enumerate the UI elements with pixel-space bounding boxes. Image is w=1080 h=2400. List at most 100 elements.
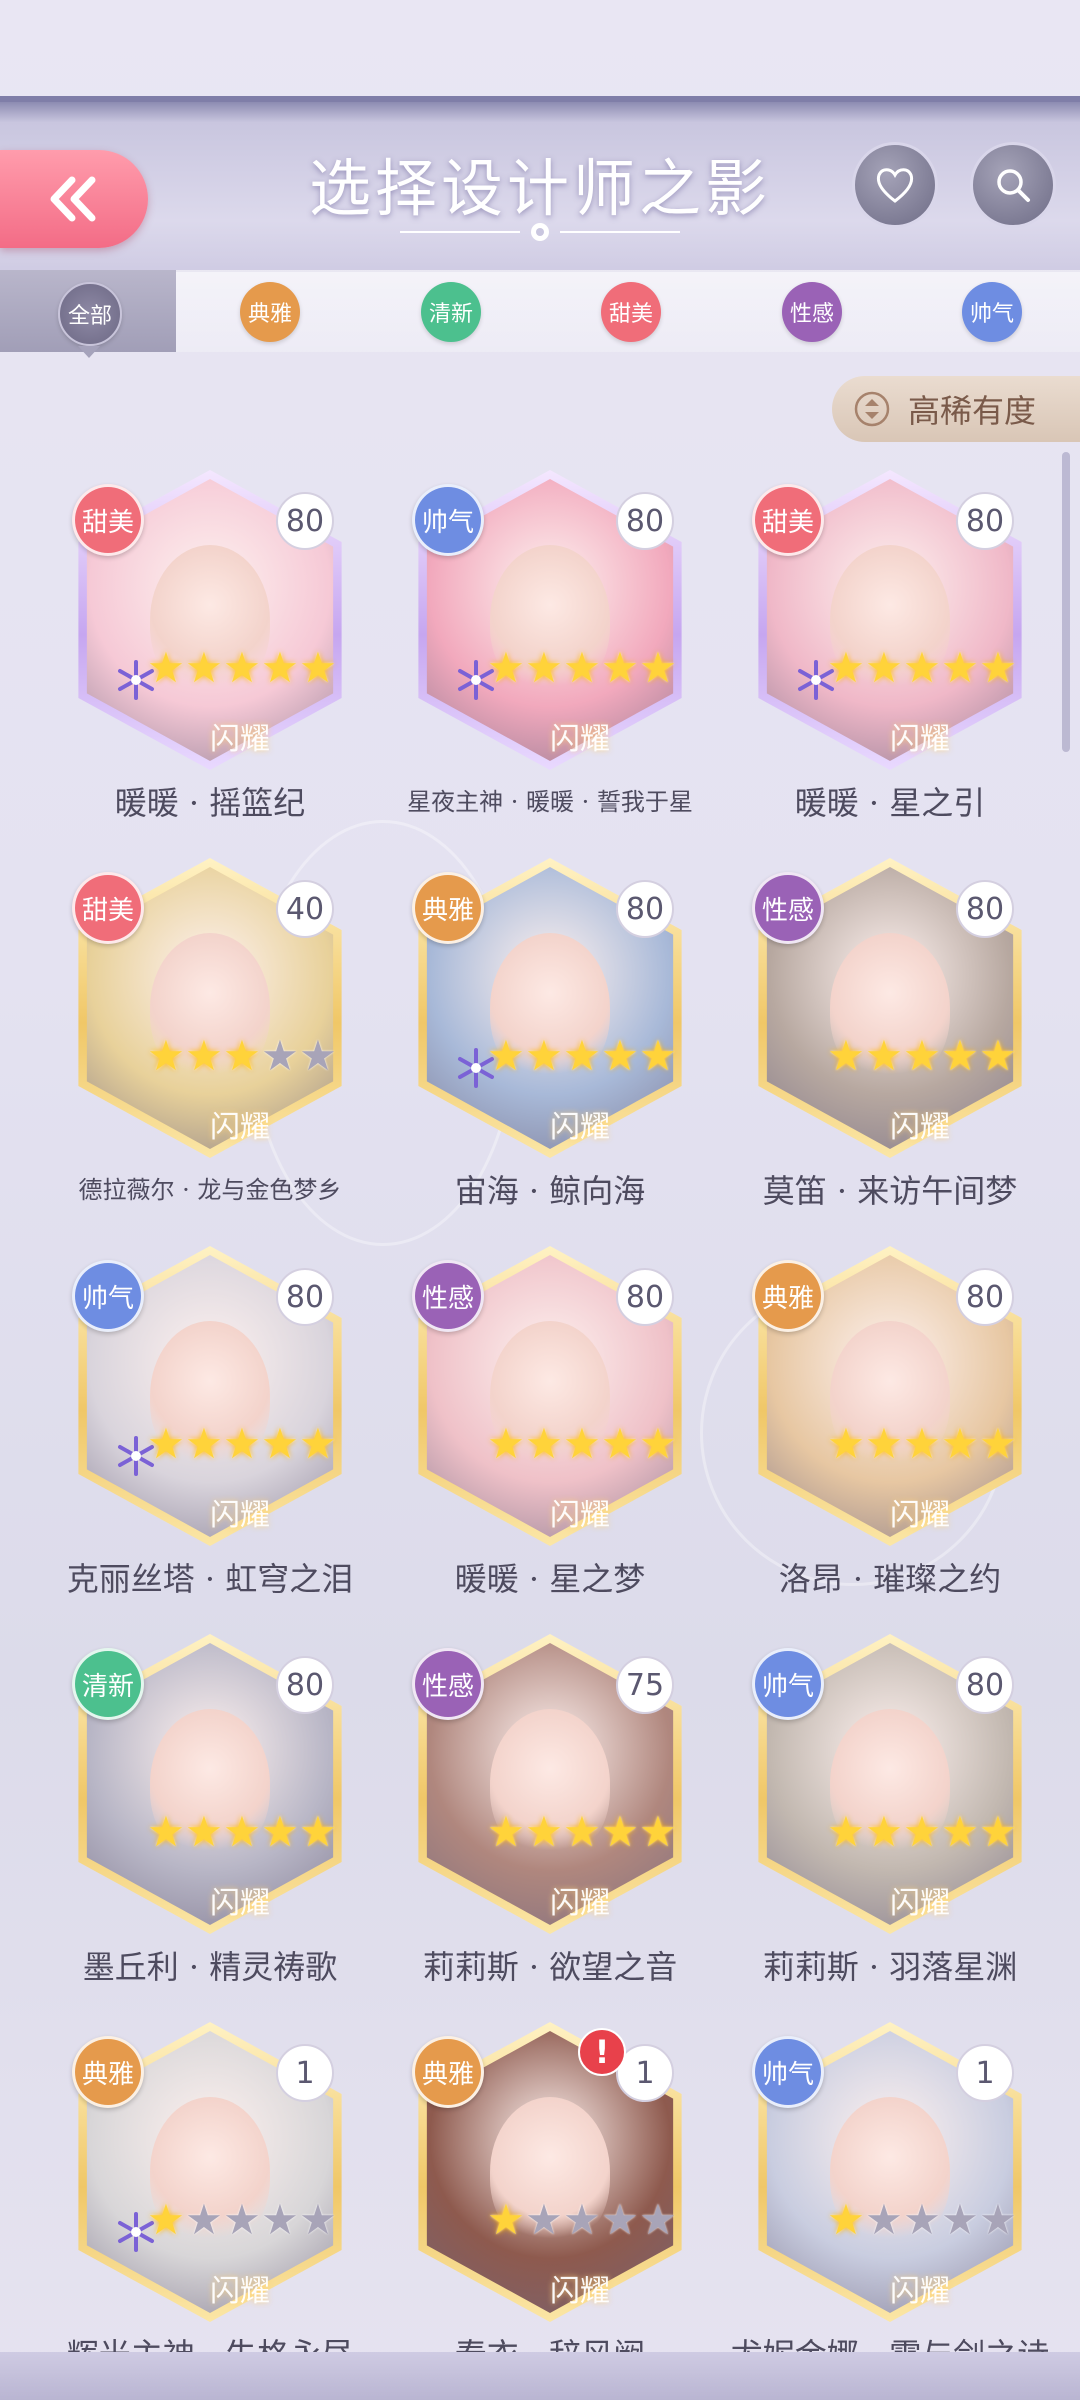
bottom-bar [0,2352,1080,2400]
card-name: 暖暖 · 星之引 [794,784,986,822]
card-name: 洛昂 · 璀璨之约 [778,1560,1002,1598]
sort-label: 高稀有度 [908,392,1037,430]
card-name: 墨丘利 · 精灵祷歌 [82,1948,338,1986]
rarity-label: 闪耀 [210,1110,270,1145]
style-tag-badge: 帅气 [752,2036,824,2108]
star-icon: ★ [865,1031,903,1080]
star-rating: ★ ★ ★ ★ ★ [486,643,696,692]
tab-all[interactable]: 全部 [0,270,176,358]
level-badge: 80 [956,1656,1014,1714]
level-badge: 80 [616,492,674,550]
star-icon: ★ [185,1419,223,1468]
star-icon: ★ [185,2195,223,2244]
designer-card[interactable]: ★ ★ ★ ★ ★ 闪耀 甜美 80 暖暖 · 摇篮纪 [40,470,380,822]
designer-card[interactable]: ★ ★ ★ ★ ★ 闪耀 性感 80 暖暖 · 星之梦 [380,1246,720,1598]
star-icon: ★ [979,1807,1017,1856]
star-icon: ★ [147,643,185,692]
card-name: 星夜主神 · 暖暖 · 誓我于星 [407,788,693,816]
rarity-label: 闪耀 [550,2274,610,2309]
star-icon: ★ [827,2195,865,2244]
designer-card[interactable]: ★ ★ ★ ★ ★ 闪耀 帅气 80 星夜主神 · 暖暖 · 誓我于星 [380,470,720,816]
star-icon: ★ [487,1807,525,1856]
style-tag-badge: 帅气 [412,484,484,556]
designer-card[interactable]: ★ ★ ★ ★ ★ 闪耀 帅气 80 克丽丝塔 · 虹穹之泪 [40,1246,380,1598]
style-tag-badge: 性感 [412,1260,484,1332]
star-icon: ★ [827,643,865,692]
designer-card[interactable]: ★★★★★闪耀帅气1尤妮金娜 · 霜与剑之诗 [720,2022,1060,2374]
star-icon: ★ [487,643,525,692]
selected-indicator [78,346,100,358]
level-badge: 80 [276,1268,334,1326]
star-icon: ★ [299,643,337,692]
rarity-label: 闪耀 [890,722,950,757]
star-icon: ★ [261,1031,299,1080]
level-badge: 1 [276,2044,334,2102]
tab-cool[interactable]: 帅气 [962,282,1022,342]
star-icon: ★ [261,1807,299,1856]
star-icon: ★ [865,2195,903,2244]
alert-icon: ! [578,2028,626,2076]
designer-card[interactable]: ★ ★ ★ ★ ★ 闪耀 帅气 80 莉莉斯 · 羽落星渊 [720,1634,1060,1986]
tab-elegant[interactable]: 典雅 [240,282,300,342]
star-icon: ★ [979,1031,1017,1080]
sort-button[interactable]: 高稀有度 [832,376,1080,442]
tab-fresh[interactable]: 清新 [421,282,481,342]
designer-card[interactable]: ★★★★★闪耀典雅1!春衣 · 辞风阙 [380,2022,720,2374]
card-name: 暖暖 · 摇篮纪 [114,784,306,822]
star-icon: ★ [223,1419,261,1468]
star-icon: ★ [299,1807,337,1856]
star-icon: ★ [601,1031,639,1080]
star-icon: ★ [147,1031,185,1080]
star-icon: ★ [639,643,677,692]
rarity-label: 闪耀 [890,1886,950,1921]
designer-card[interactable]: ★ ★ ★ ★ ★ 闪耀 甜美 80 暖暖 · 星之引 [720,470,1060,822]
tab-sweet[interactable]: 甜美 [601,282,661,342]
star-icon: ★ [299,1419,337,1468]
star-rating: ★ ★ ★ ★ ★ [826,2195,1036,2244]
tab-label: 全部 [58,282,122,346]
card-name: 莉莉斯 · 欲望之音 [422,1948,678,1986]
star-icon: ★ [639,1807,677,1856]
tab-sexy[interactable]: 性感 [782,282,842,342]
scrollbar[interactable] [1062,452,1070,752]
designer-card[interactable]: ★ ★ ★ ★ ★ 闪耀 典雅 80 洛昂 · 璀璨之约 [720,1246,1060,1598]
star-icon: ★ [525,643,563,692]
card-name: 暖暖 · 星之梦 [454,1560,646,1598]
star-rating: ★ ★ ★ ★ ★ [486,2199,696,2244]
designer-card[interactable]: ★ ★ ★ ★ ★ 闪耀 清新 80 墨丘利 · 精灵祷歌 [40,1634,380,1986]
star-icon: ★ [941,2195,979,2244]
style-tag-badge: 清新 [72,1648,144,1720]
rarity-label: 闪耀 [210,722,270,757]
search-button[interactable] [970,142,1056,228]
card-name: 莫笛 · 来访午间梦 [762,1172,1018,1210]
designer-card[interactable]: ★★★★★闪耀典雅1辉光主神 · 失格永昼 [40,2022,380,2374]
rarity-label: 闪耀 [210,2274,270,2309]
back-button[interactable] [0,150,148,248]
designer-card[interactable]: ★ ★ ★ ★ ★ 闪耀 性感 75 莉莉斯 · 欲望之音 [380,1634,720,1986]
star-rating: ★ ★ ★ ★ ★ [146,1807,356,1856]
star-icon: ★ [299,2195,337,2244]
designer-card[interactable]: ★ ★ ★ ★ ★ 闪耀 甜美 40 德拉薇尔 · 龙与金色梦乡 [40,858,380,1204]
star-icon: ★ [979,643,1017,692]
star-icon: ★ [563,1419,601,1468]
card-name: 德拉薇尔 · 龙与金色梦乡 [78,1176,342,1204]
favorite-button[interactable] [852,142,938,228]
level-badge: 80 [616,1268,674,1326]
level-badge: 80 [276,492,334,550]
designer-card[interactable]: ★ ★ ★ ★ ★ 闪耀 性感 80 莫笛 · 来访午间梦 [720,858,1060,1210]
star-icon: ★ [487,1419,525,1468]
card-name: 宙海 · 鲸向海 [454,1172,646,1210]
star-icon: ★ [223,643,261,692]
level-badge: 80 [956,1268,1014,1326]
star-icon: ★ [299,1031,337,1080]
star-rating: ★ ★ ★ ★ ★ [826,1807,1036,1856]
star-icon: ★ [261,2195,299,2244]
star-icon: ★ [223,1807,261,1856]
star-icon: ★ [827,1031,865,1080]
search-icon [997,169,1030,202]
star-rating: ★ ★ ★ ★ ★ [826,1031,1036,1080]
star-rating: ★ ★ ★ ★ ★ [486,1807,696,1856]
designer-card[interactable]: ★ ★ ★ ★ ★ 闪耀 典雅 80 宙海 · 鲸向海 [380,858,720,1210]
star-icon: ★ [979,1419,1017,1468]
star-icon: ★ [601,643,639,692]
